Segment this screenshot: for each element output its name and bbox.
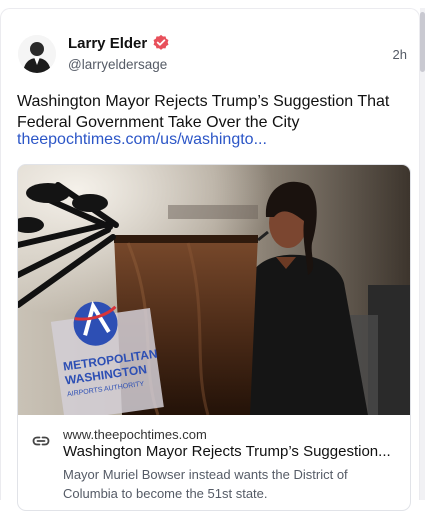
scrollbar[interactable] [420,8,425,500]
link-preview-card[interactable]: METROPOLITAN WASHINGTON AIRPORTS AUTHORI… [17,164,411,511]
link-preview-image: METROPOLITAN WASHINGTON AIRPORTS AUTHORI… [18,165,410,415]
link-icon [32,436,50,446]
verified-badge-icon [153,34,169,50]
author-name-row[interactable]: Larry Elder [68,34,170,52]
author-handle[interactable]: @larryeldersage [68,57,167,72]
scrollbar-thumb[interactable] [420,12,425,72]
post-card: Larry Elder @larryeldersage 2h Washingto… [0,8,420,511]
link-domain: www.theepochtimes.com [63,427,207,442]
author-name[interactable]: Larry Elder [68,35,147,52]
post-text: Washington Mayor Rejects Trump’s Suggest… [17,93,390,131]
post-timestamp[interactable]: 2h [393,47,407,62]
link-title[interactable]: Washington Mayor Rejects Trump’s Suggest… [63,443,391,460]
post-link[interactable]: theepochtimes.com/us/washingto... [17,131,267,149]
link-description: Mayor Muriel Bowser instead wants the Di… [63,467,348,501]
author-avatar[interactable] [18,35,56,73]
